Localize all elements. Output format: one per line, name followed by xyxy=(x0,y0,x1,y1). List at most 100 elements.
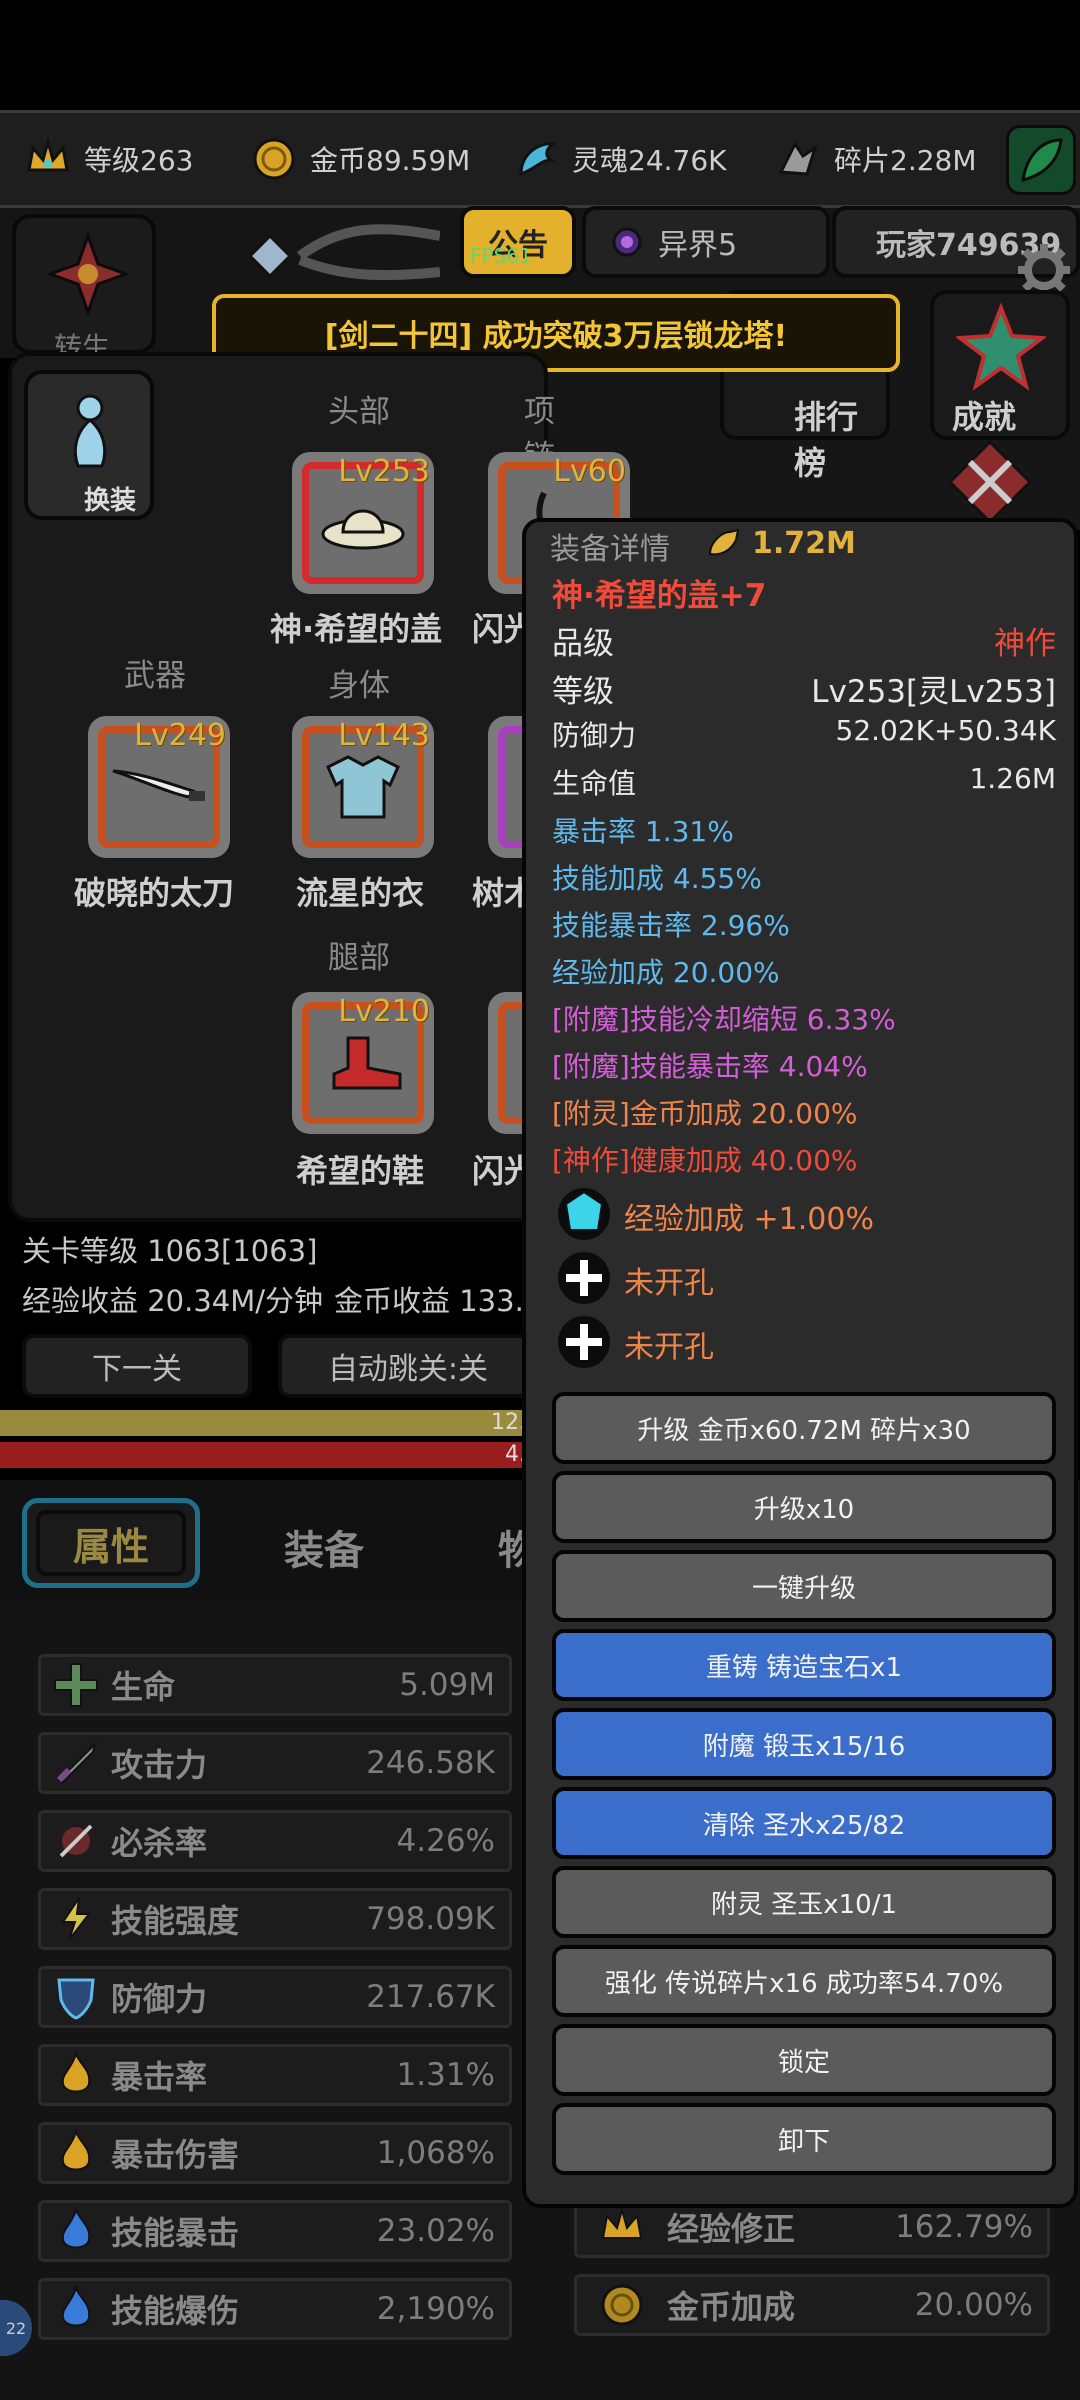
recast-button[interactable]: 重铸 铸造宝石x1 xyxy=(552,1629,1056,1701)
stat-value: 5.09M xyxy=(399,1667,495,1703)
bolt-icon xyxy=(41,1891,111,1947)
socket-2[interactable] xyxy=(556,1314,612,1370)
weapon-label: 武器 xyxy=(124,658,186,694)
stat-value: 2,190% xyxy=(376,2291,495,2327)
stat-value: 1,068% xyxy=(376,2135,495,2171)
equipment-detail-popup: 装备详情 1.72M 神·希望的盖+7 品级 神作 等级 Lv253[灵Lv25… xyxy=(522,518,1078,2208)
attr-blue-4: 经验加成 20.00% xyxy=(552,956,780,989)
shard-resource: 碎片2.28M xyxy=(770,127,977,191)
enhance-button[interactable]: 强化 传说碎片x16 成功率54.70% xyxy=(552,1945,1056,2017)
stat-value: 162.79% xyxy=(895,2209,1033,2245)
portal-icon xyxy=(612,227,642,257)
lock-button[interactable]: 锁定 xyxy=(552,2024,1056,2096)
stat-row: 技能暴击 23.02% xyxy=(38,2200,512,2262)
socket-1[interactable] xyxy=(556,1250,612,1306)
detail-item-name: 神·希望的盖+7 xyxy=(552,578,767,614)
leaf-icon xyxy=(1021,138,1063,183)
auto-skip-button[interactable]: 自动跳关:关 xyxy=(278,1334,538,1398)
tab-attributes[interactable]: 属性 xyxy=(22,1498,200,1588)
shield-icon xyxy=(41,1969,111,2025)
achievement-button[interactable]: 成就 xyxy=(930,290,1070,440)
stat-name: 生命 xyxy=(111,1668,176,1706)
detail-level-row: 等级 Lv253[灵Lv253] xyxy=(552,674,1056,710)
weapon-slot[interactable]: Lv249 xyxy=(88,716,230,858)
legs-label: 腿部 xyxy=(328,940,390,976)
resource-bar: 等级263 金币89.59M 灵魂24.76K 碎片2.28M xyxy=(0,110,1080,208)
stat-value: 23.02% xyxy=(376,2213,495,2249)
stat-name: 暴击伤害 xyxy=(111,2136,240,2174)
stat-value: 20.00% xyxy=(914,2287,1033,2323)
game-screen: { "resources": { "level": "等级263", "gold… xyxy=(0,0,1080,2400)
legs-slot[interactable]: Lv210 xyxy=(292,992,434,1134)
stat-row: 生命 5.09M xyxy=(38,1654,512,1716)
attr-purple-2: [附魔]技能暴击率 4.04% xyxy=(552,1050,868,1083)
stat-row: 必杀率 4.26% xyxy=(38,1810,512,1872)
socket-2-text: 未开孔 xyxy=(624,1330,714,1365)
coin-icon xyxy=(246,131,302,187)
upgrade-all-button[interactable]: 一键升级 xyxy=(552,1550,1056,1622)
enchant-button[interactable]: 附魔 锻玉x15/16 xyxy=(552,1708,1056,1780)
soul-icon xyxy=(508,131,564,187)
attr-red: [神作]健康加成 40.00% xyxy=(552,1144,858,1177)
body-label: 身体 xyxy=(328,668,390,704)
change-outfit-button[interactable]: 换装 xyxy=(24,370,154,520)
exp-income: 经验收益 20.34M/分钟 xyxy=(22,1284,324,1318)
power-icon xyxy=(708,528,740,556)
hat-icon xyxy=(321,509,405,550)
rebirth-button[interactable]: 转生 xyxy=(12,214,156,364)
next-stage-button[interactable]: 下一关 xyxy=(22,1334,252,1398)
stat-name: 技能强度 xyxy=(111,1902,240,1940)
unequip-button[interactable]: 卸下 xyxy=(552,2103,1056,2175)
shard-icon xyxy=(770,131,826,187)
coin-icon xyxy=(577,2280,667,2330)
upgrade-button[interactable]: 升级 金币x60.72M 碎片x30 xyxy=(552,1392,1056,1464)
blue-flame-icon xyxy=(41,2203,111,2259)
head-slot[interactable]: Lv253 xyxy=(292,452,434,594)
stat-name: 攻击力 xyxy=(111,1746,208,1784)
flame-icon xyxy=(41,2047,111,2103)
stat-value: 798.09K xyxy=(366,1901,495,1937)
stat-row: 暴击伤害 1,068% xyxy=(38,2122,512,2184)
plus-icon xyxy=(558,1252,610,1304)
detail-grade-row: 品级 神作 xyxy=(552,626,1056,662)
legs-item-name: 希望的鞋 xyxy=(296,1152,425,1190)
stat-name: 金币加成 xyxy=(667,2288,796,2326)
weapon-banner-art xyxy=(240,216,441,296)
body-slot[interactable]: Lv143 xyxy=(292,716,434,858)
fps-counter: FPS61 xyxy=(470,244,532,268)
head-label: 头部 xyxy=(328,394,390,430)
spirit-button[interactable]: 附灵 圣玉x10/1 xyxy=(552,1866,1056,1938)
crown-icon xyxy=(20,131,76,187)
compass-icon xyxy=(46,232,130,316)
level-resource: 等级263 xyxy=(20,127,193,191)
star-icon xyxy=(956,302,1046,391)
flame-icon xyxy=(41,2125,111,2181)
stat-row: 暴击率 1.31% xyxy=(38,2044,512,2106)
tab-otherworld[interactable]: 异界5 xyxy=(582,206,830,278)
figure-icon xyxy=(73,394,107,468)
diamond-icon xyxy=(247,224,441,281)
katana-icon xyxy=(112,769,205,801)
stat-name: 经验修正 xyxy=(667,2210,796,2248)
leaf-button[interactable] xyxy=(1006,125,1076,195)
tab-equipment[interactable]: 装备 xyxy=(284,1518,364,1576)
upgrade-x10-button[interactable]: 升级x10 xyxy=(552,1471,1056,1543)
crown-icon xyxy=(577,2202,667,2252)
plus-icon xyxy=(41,1657,111,1713)
gold-resource: 金币89.59M xyxy=(246,127,470,191)
stat-name: 必杀率 xyxy=(111,1824,208,1862)
gem-text: 经验加成 +1.00% xyxy=(624,1202,874,1237)
stat-name: 暴击率 xyxy=(111,2058,208,2096)
clear-button[interactable]: 清除 圣水x25/82 xyxy=(552,1787,1056,1859)
attr-orange: [附灵]金币加成 20.00% xyxy=(552,1097,858,1130)
gem-slot[interactable] xyxy=(556,1186,612,1242)
stat-name: 技能爆伤 xyxy=(111,2292,240,2330)
attr-blue-1: 暴击率 1.31% xyxy=(552,815,734,848)
stat-value: 1.31% xyxy=(396,2057,495,2093)
blue-flame-icon xyxy=(41,2281,111,2337)
detail-power: 1.72M xyxy=(752,526,856,561)
stage-level: 关卡等级 1063[1063] xyxy=(22,1234,318,1268)
soul-resource: 灵魂24.76K xyxy=(508,127,727,191)
gem-icon xyxy=(558,1188,610,1240)
attr-blue-3: 技能暴击率 2.96% xyxy=(552,909,790,942)
